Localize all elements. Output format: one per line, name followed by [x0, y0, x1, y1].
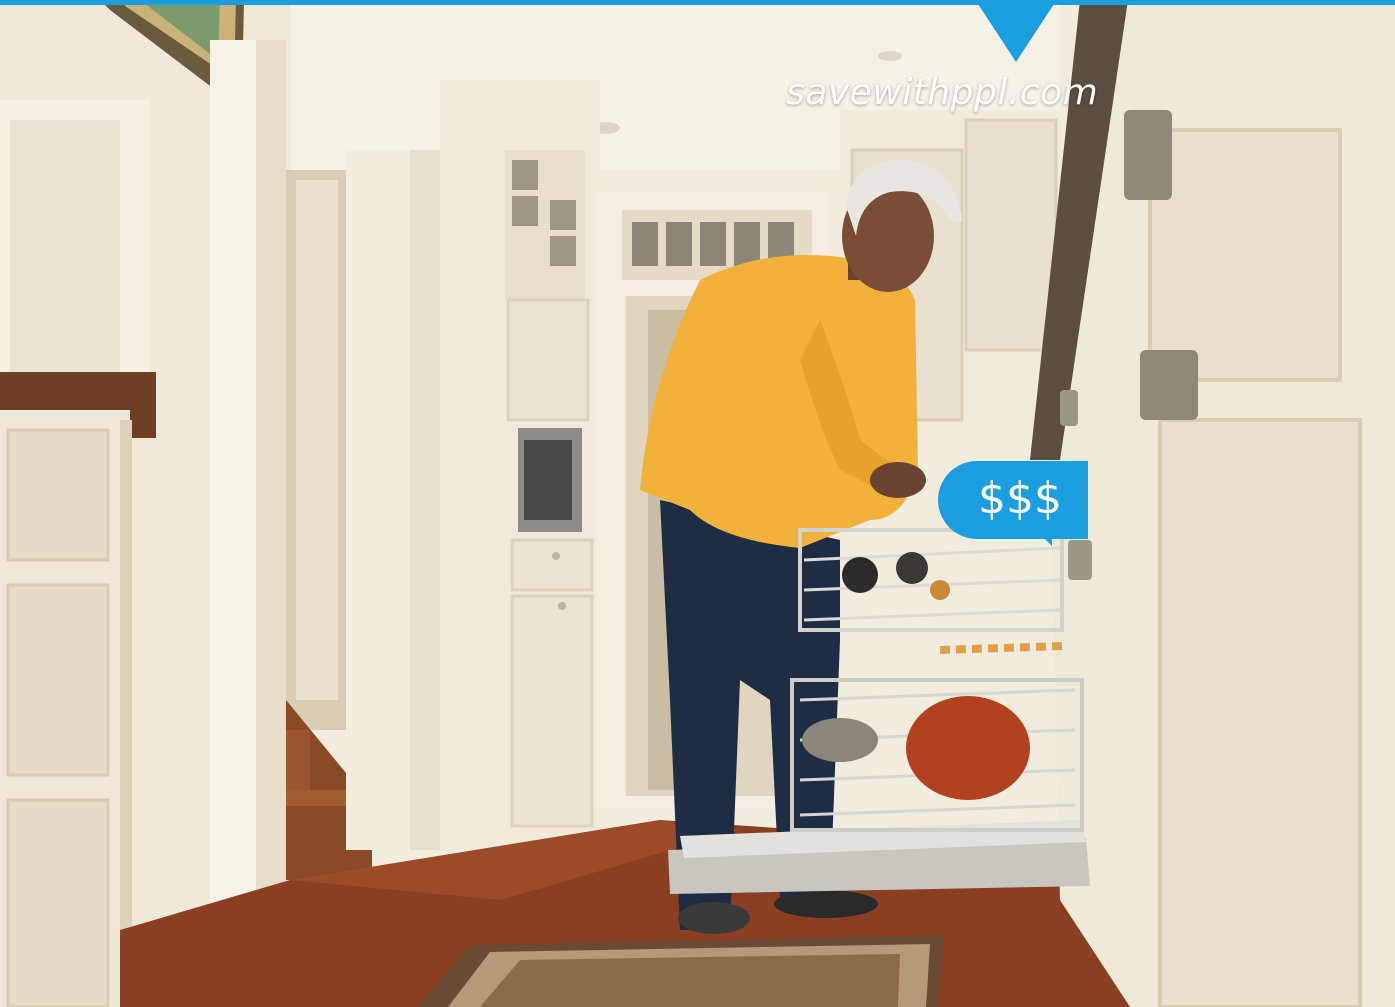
accent-bar-pointer	[978, 4, 1054, 62]
pantry-cabinet	[440, 80, 600, 850]
website-url[interactable]: savewithppl.com	[786, 68, 1146, 118]
kitchen-photo	[0, 0, 1395, 1007]
kitchen-photo-scene: savewithppl.com $$$	[0, 0, 1395, 1007]
patterned-rug	[418, 935, 944, 1007]
top-accent-bar	[0, 0, 1395, 5]
price-bubble-text: $$$	[978, 473, 1060, 524]
